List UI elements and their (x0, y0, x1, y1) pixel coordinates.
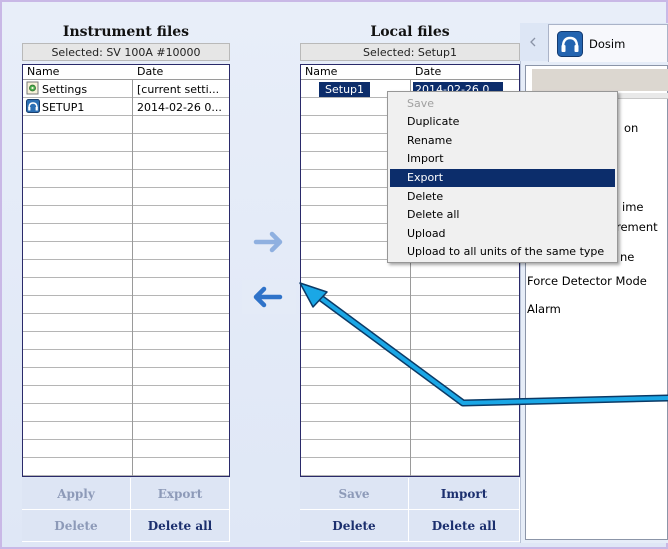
annotation-arrow (299, 282, 668, 407)
